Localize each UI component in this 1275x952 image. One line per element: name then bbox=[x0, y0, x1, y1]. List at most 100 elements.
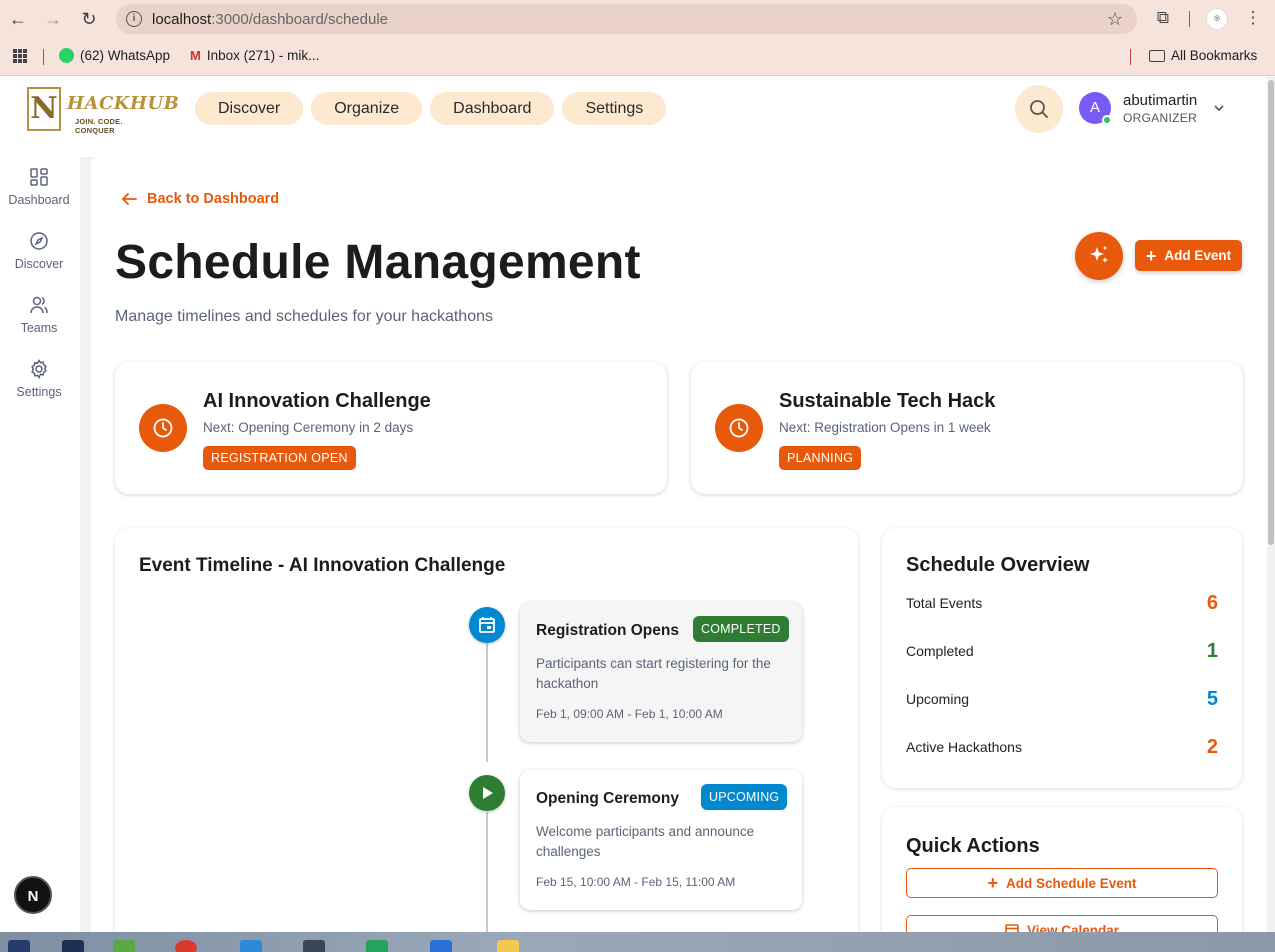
hackathon-card[interactable]: AI Innovation Challenge Next: Opening Ce… bbox=[115, 362, 667, 494]
main-content: Back to Dashboard Schedule Management Ma… bbox=[91, 157, 1267, 932]
taskbar-app-icon[interactable] bbox=[366, 940, 388, 952]
calendar-icon bbox=[1005, 924, 1019, 932]
view-calendar-button[interactable]: View Calendar bbox=[906, 915, 1218, 932]
timeline-event-card[interactable]: Registration Opens COMPLETED Participant… bbox=[520, 602, 802, 742]
status-badge: UPCOMING bbox=[701, 784, 788, 810]
back-arrow-icon[interactable]: ← bbox=[6, 7, 30, 31]
play-icon bbox=[469, 775, 505, 811]
sidebar-item-discover[interactable]: Discover bbox=[0, 231, 78, 271]
url-text[interactable]: localhost:3000/dashboard/schedule bbox=[152, 11, 388, 28]
overview-row-completed: Completed 1 bbox=[906, 640, 1218, 662]
reload-icon[interactable]: ↻ bbox=[77, 7, 101, 31]
taskbar-app-icon[interactable] bbox=[497, 940, 519, 952]
user-role: ORGANIZER bbox=[1123, 111, 1198, 125]
sidebar-item-settings[interactable]: Settings bbox=[0, 359, 78, 399]
event-time: Feb 15, 10:00 AM - Feb 15, 11:00 AM bbox=[536, 875, 736, 889]
nav-dashboard[interactable]: Dashboard bbox=[430, 92, 555, 125]
site-info-icon[interactable]: i bbox=[126, 11, 142, 27]
status-badge: PLANNING bbox=[779, 446, 862, 470]
taskbar-app-icon[interactable] bbox=[8, 940, 30, 952]
forward-arrow-icon[interactable]: → bbox=[41, 7, 65, 31]
nav-settings[interactable]: Settings bbox=[562, 92, 667, 125]
calendar-icon bbox=[469, 607, 505, 643]
scrollbar-thumb[interactable] bbox=[1268, 80, 1274, 545]
sparkles-icon bbox=[1090, 246, 1108, 263]
event-title: Registration Opens bbox=[536, 622, 679, 639]
quick-actions-title: Quick Actions bbox=[906, 835, 1040, 857]
logo-text: HACKHUB bbox=[67, 93, 180, 114]
taskbar-app-icon[interactable] bbox=[62, 940, 84, 952]
gear-icon bbox=[31, 359, 47, 379]
nextjs-dev-badge[interactable]: N bbox=[14, 876, 52, 914]
timeline-connector bbox=[486, 812, 488, 932]
plus-icon: + bbox=[1145, 245, 1157, 266]
folder-icon bbox=[1149, 49, 1165, 62]
bookmark-divider bbox=[1130, 49, 1131, 65]
event-description: Participants can start registering for t… bbox=[536, 656, 771, 691]
hackathon-card[interactable]: Sustainable Tech Hack Next: Registration… bbox=[691, 362, 1243, 494]
browser-toolbar: ← → ↻ i localhost:3000/dashboard/schedul… bbox=[0, 0, 1275, 38]
address-bar[interactable]: i localhost:3000/dashboard/schedule ☆ bbox=[116, 4, 1137, 34]
clock-icon bbox=[715, 404, 763, 452]
hackathon-next: Next: Opening Ceremony in 2 days bbox=[203, 420, 414, 435]
users-icon bbox=[30, 296, 48, 314]
plus-icon: + bbox=[987, 873, 998, 893]
taskbar-app-icon[interactable] bbox=[240, 940, 262, 952]
ai-assist-button[interactable] bbox=[1075, 232, 1123, 280]
event-description: Welcome participants and announce challe… bbox=[536, 824, 755, 859]
sidebar: Dashboard Discover Teams Settings bbox=[0, 157, 80, 932]
all-bookmarks[interactable]: All Bookmarks bbox=[1149, 48, 1257, 63]
timeline-event-card[interactable]: Opening Ceremony UPCOMING Welcome partic… bbox=[520, 770, 802, 910]
user-name[interactable]: abutimartin bbox=[1123, 92, 1197, 109]
grid-icon bbox=[30, 168, 48, 186]
page-subtitle: Manage timelines and schedules for your … bbox=[115, 308, 493, 325]
page-title: Schedule Management bbox=[115, 236, 641, 289]
search-button[interactable] bbox=[1015, 85, 1063, 133]
event-title: Opening Ceremony bbox=[536, 790, 679, 807]
taskbar-app-icon[interactable] bbox=[113, 940, 135, 952]
profile-avatar-icon[interactable]: ◎ bbox=[1206, 8, 1228, 30]
compass-icon bbox=[30, 232, 48, 250]
overview-row-upcoming: Upcoming 5 bbox=[906, 688, 1218, 710]
os-taskbar bbox=[0, 932, 1275, 952]
logo-tagline: JOIN. CODE. CONQUER bbox=[75, 117, 123, 135]
status-badge: REGISTRATION OPEN bbox=[203, 446, 356, 470]
taskbar-app-icon[interactable] bbox=[430, 940, 452, 952]
top-nav: Discover Organize Dashboard Settings bbox=[195, 92, 667, 125]
hackhub-logo[interactable]: N HACKHUB JOIN. CODE. CONQUER bbox=[27, 87, 179, 135]
bookmark-star-icon[interactable]: ☆ bbox=[1107, 9, 1123, 30]
status-badge: COMPLETED bbox=[693, 616, 789, 642]
event-timeline-card: Event Timeline - AI Innovation Challenge… bbox=[115, 528, 858, 932]
menu-kebab-icon[interactable]: ⋮ bbox=[1242, 8, 1264, 30]
timeline-title: Event Timeline - AI Innovation Challenge bbox=[139, 555, 506, 576]
extensions-icon[interactable]: ⧉ bbox=[1152, 8, 1174, 30]
timeline-connector bbox=[486, 634, 488, 762]
app-header: N HACKHUB JOIN. CODE. CONQUER Discover O… bbox=[0, 77, 1267, 157]
chevron-down-icon[interactable] bbox=[1212, 101, 1226, 115]
online-status-dot bbox=[1102, 115, 1112, 125]
bookmark-whatsapp[interactable]: (62) WhatsApp bbox=[59, 48, 170, 63]
add-event-button[interactable]: + Add Event bbox=[1135, 240, 1242, 271]
event-time: Feb 1, 09:00 AM - Feb 1, 10:00 AM bbox=[536, 707, 723, 721]
schedule-overview-card: Schedule Overview Total Events 6 Complet… bbox=[882, 528, 1242, 788]
whatsapp-icon bbox=[59, 48, 74, 63]
back-to-dashboard-link[interactable]: Back to Dashboard bbox=[121, 191, 279, 207]
sidebar-item-teams[interactable]: Teams bbox=[0, 295, 78, 335]
nav-discover[interactable]: Discover bbox=[195, 92, 304, 125]
arrow-left-icon bbox=[121, 193, 137, 205]
overview-title: Schedule Overview bbox=[906, 554, 1090, 576]
terminal-icon[interactable] bbox=[303, 940, 325, 952]
add-schedule-event-button[interactable]: + Add Schedule Event bbox=[906, 868, 1218, 898]
hackathon-next: Next: Registration Opens in 1 week bbox=[779, 420, 991, 435]
toolbar-divider bbox=[1189, 11, 1190, 27]
bookmark-divider bbox=[43, 49, 44, 65]
chrome-icon[interactable] bbox=[175, 940, 197, 952]
hackathon-name: AI Innovation Challenge bbox=[203, 390, 431, 412]
bookmark-gmail[interactable]: M Inbox (271) - mik... bbox=[190, 48, 319, 63]
bookmarks-bar: (62) WhatsApp M Inbox (271) - mik... All… bbox=[0, 38, 1275, 76]
overview-row-active-hackathons: Active Hackathons 2 bbox=[906, 736, 1218, 758]
apps-grid-icon[interactable] bbox=[12, 48, 28, 64]
search-icon bbox=[1030, 100, 1048, 118]
nav-organize[interactable]: Organize bbox=[311, 92, 423, 125]
sidebar-item-dashboard[interactable]: Dashboard bbox=[0, 167, 78, 207]
